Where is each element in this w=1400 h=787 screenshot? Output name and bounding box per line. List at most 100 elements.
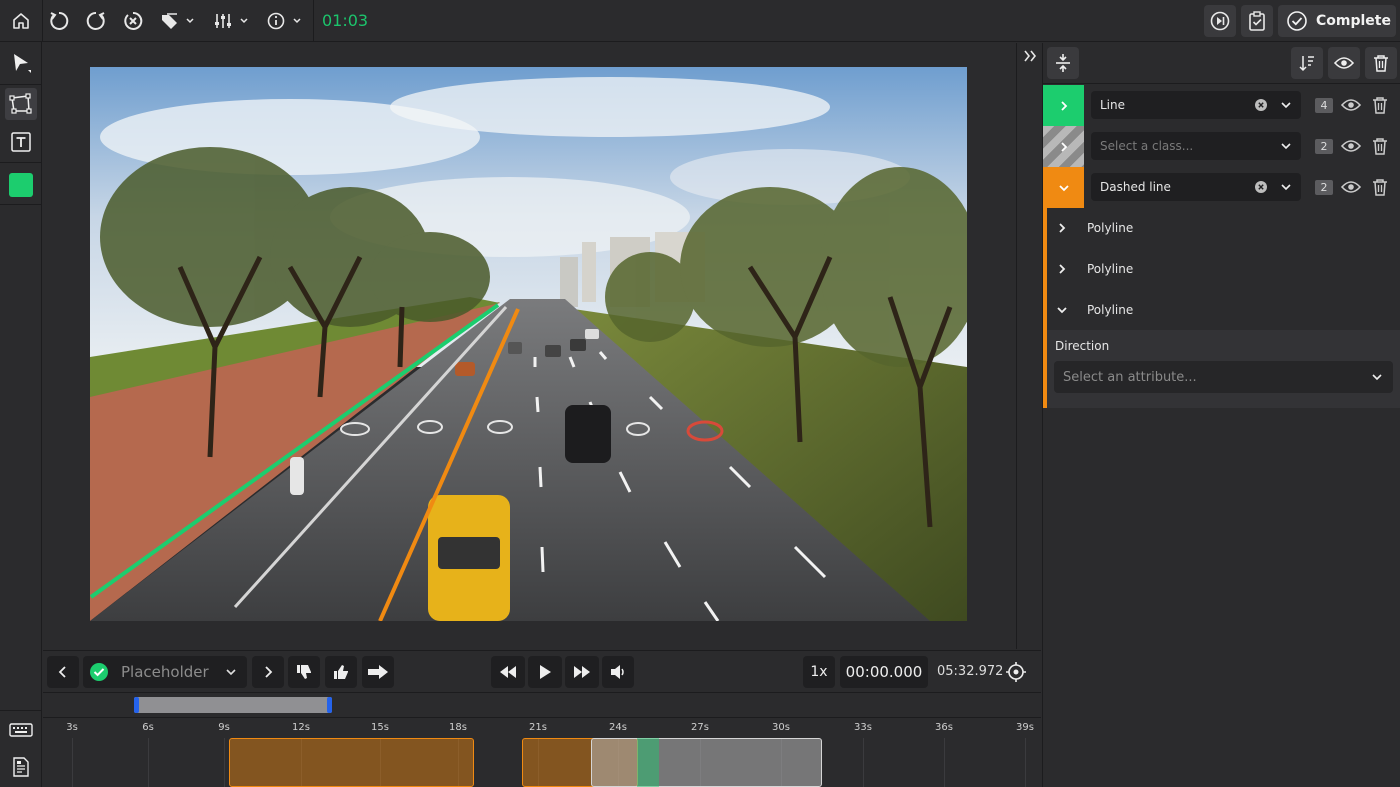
- thumbs-up-icon[interactable]: [325, 656, 357, 688]
- expand-class-button[interactable]: [1043, 126, 1084, 167]
- polyline-tool-icon[interactable]: [5, 88, 37, 120]
- zoom-handle-right[interactable]: [327, 697, 332, 713]
- instance-row[interactable]: Polyline: [1047, 289, 1400, 330]
- panel-header: [1043, 43, 1400, 84]
- trash-icon[interactable]: [1372, 137, 1388, 155]
- chevron-down-icon: [1372, 374, 1382, 381]
- video-frame[interactable]: [90, 67, 967, 621]
- playback-speed-button[interactable]: 1x: [803, 656, 835, 688]
- prev-frame-button[interactable]: [47, 656, 79, 688]
- current-time-display: 00:00.000: [840, 656, 928, 688]
- active-color-swatch[interactable]: [9, 173, 33, 197]
- timeline-scrubber: [43, 692, 1041, 718]
- pointer-icon[interactable]: [5, 47, 37, 79]
- object-count: 2: [1315, 180, 1333, 195]
- zoom-handle-left[interactable]: [134, 697, 139, 713]
- tick-label: 27s: [691, 722, 709, 733]
- object-count: 4: [1315, 98, 1333, 113]
- arrow-right-icon[interactable]: [362, 656, 394, 688]
- instance-row[interactable]: Polyline: [1047, 207, 1400, 248]
- chevron-down-icon: [1057, 306, 1067, 313]
- redo-icon[interactable]: [82, 5, 110, 37]
- volume-icon[interactable]: [602, 656, 634, 688]
- tick-label: 24s: [609, 722, 627, 733]
- expand-class-button[interactable]: [1043, 85, 1084, 126]
- attribute-label: Direction: [1055, 339, 1110, 353]
- clear-icon[interactable]: [1255, 181, 1267, 193]
- eye-icon[interactable]: [1341, 98, 1361, 112]
- eye-icon[interactable]: [1328, 47, 1360, 79]
- complete-button-label: Complete: [1316, 13, 1391, 29]
- frame-status-select[interactable]: Placeholder: [83, 656, 247, 688]
- tick-label: 39s: [1016, 722, 1034, 733]
- frame-status-placeholder: Placeholder: [121, 663, 209, 681]
- thumbs-down-icon[interactable]: [288, 656, 320, 688]
- target-icon[interactable]: [1000, 656, 1032, 688]
- double-chevron-right-icon[interactable]: [1021, 47, 1039, 65]
- collapse-class-button[interactable]: [1043, 167, 1084, 208]
- total-time-display: 05:32.972: [937, 664, 1004, 679]
- tick-label: 15s: [371, 722, 389, 733]
- check-circle-icon: [90, 663, 108, 681]
- tick-label: 36s: [935, 722, 953, 733]
- play-icon[interactable]: [528, 656, 562, 688]
- class-row-unassigned: Select a class... 2: [1043, 126, 1400, 167]
- eye-icon[interactable]: [1341, 139, 1361, 153]
- class-row-line: Line 4: [1043, 85, 1400, 126]
- session-timer: 01:03: [322, 11, 369, 30]
- timeline-zoom-window[interactable]: [134, 697, 332, 713]
- check-circle-icon: [1287, 11, 1307, 31]
- fast-forward-icon[interactable]: [565, 656, 599, 688]
- instance-label: Polyline: [1087, 220, 1134, 235]
- tick-label: 30s: [772, 722, 790, 733]
- info-icon[interactable]: [264, 5, 304, 37]
- class-select[interactable]: Dashed line: [1091, 173, 1301, 201]
- home-icon[interactable]: [6, 5, 36, 37]
- instance-row[interactable]: Polyline: [1047, 248, 1400, 289]
- complete-button[interactable]: Complete: [1278, 5, 1396, 37]
- instance-label: Polyline: [1087, 261, 1134, 276]
- left-toolbar: [0, 42, 42, 787]
- clear-icon[interactable]: [1255, 99, 1267, 111]
- chevron-right-icon: [1060, 100, 1067, 111]
- collapse-all-icon[interactable]: [1047, 47, 1079, 79]
- rewind-icon[interactable]: [491, 656, 525, 688]
- sort-icon[interactable]: [1291, 47, 1323, 79]
- checklist-icon[interactable]: [1241, 5, 1273, 37]
- class-select[interactable]: Select a class...: [1091, 132, 1301, 160]
- next-frame-button[interactable]: [252, 656, 284, 688]
- tick-label: 3s: [66, 722, 78, 733]
- timeline-segment[interactable]: [229, 738, 474, 787]
- tags-icon[interactable]: [157, 5, 197, 37]
- class-select-placeholder: Select a class...: [1100, 139, 1194, 153]
- objects-panel: Line 4 Select a class... 2 Dashed line 2…: [1042, 43, 1400, 787]
- annotation-app: 01:03 Complete Placeholder 1x 00:00.000 …: [0, 0, 1400, 787]
- eye-icon[interactable]: [1341, 180, 1361, 194]
- text-tool-icon[interactable]: [5, 126, 37, 158]
- trash-icon[interactable]: [1365, 47, 1397, 79]
- attribute-select[interactable]: Select an attribute...: [1054, 361, 1393, 393]
- trash-icon[interactable]: [1372, 178, 1388, 196]
- clear-icon[interactable]: [119, 5, 147, 37]
- document-icon[interactable]: [5, 751, 37, 783]
- keyboard-icon[interactable]: [5, 714, 37, 746]
- chevron-right-icon: [265, 666, 273, 678]
- trash-icon[interactable]: [1372, 96, 1388, 114]
- chevron-down-icon: [226, 669, 236, 676]
- attribute-select-placeholder: Select an attribute...: [1063, 369, 1197, 385]
- chevron-left-icon: [58, 666, 66, 678]
- undo-icon[interactable]: [45, 5, 73, 37]
- timeline[interactable]: 3s 6s 9s 12s 15s 18s 21s 24s 27s 30s 33s…: [43, 718, 1041, 787]
- timeline-segment[interactable]: [591, 738, 822, 787]
- instance-label: Polyline: [1087, 302, 1134, 317]
- skip-icon[interactable]: [1204, 5, 1236, 37]
- tick-label: 18s: [449, 722, 467, 733]
- tick-label: 21s: [529, 722, 547, 733]
- tick-label: 6s: [142, 722, 154, 733]
- sliders-icon[interactable]: [211, 5, 251, 37]
- timeline-segment[interactable]: [637, 738, 659, 787]
- class-select[interactable]: Line: [1091, 91, 1301, 119]
- object-count: 2: [1315, 139, 1333, 154]
- canvas-area: [43, 43, 1016, 649]
- chevron-down-icon: [1281, 184, 1291, 191]
